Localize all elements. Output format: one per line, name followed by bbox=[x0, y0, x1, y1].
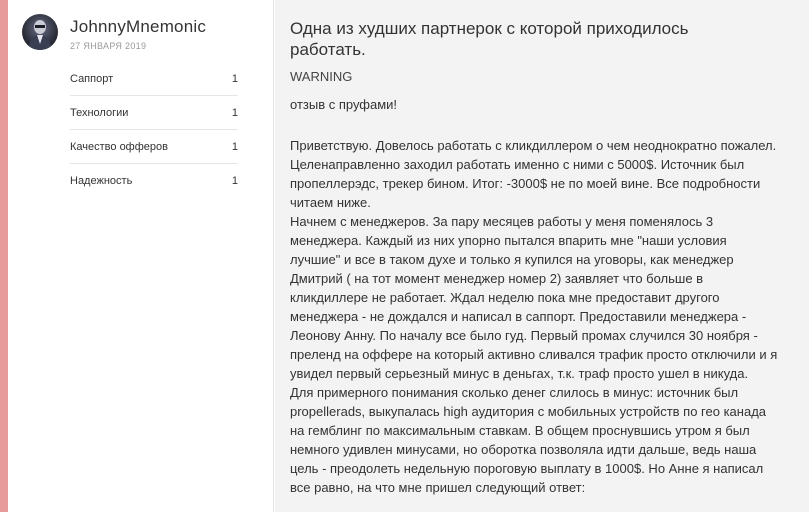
rating-row-support: Саппорт 1 bbox=[70, 62, 238, 96]
rating-value: 1 bbox=[231, 106, 238, 119]
rating-value: 1 bbox=[231, 175, 238, 187]
avatar-image bbox=[28, 20, 52, 50]
author-name[interactable]: JohnnyMnemonic bbox=[70, 17, 206, 37]
review-body: Приветствую. Довелось работать с кликдил… bbox=[290, 136, 780, 497]
review-sidebar: JohnnyMnemonic 27 ЯНВАРЯ 2019 Саппорт 1 … bbox=[8, 0, 274, 512]
rating-row-reliability: Надежность 1 bbox=[70, 164, 238, 198]
rating-label: Технологии bbox=[70, 106, 129, 119]
review-paragraph: Начнем с менеджеров. За пару месяцев раб… bbox=[290, 214, 778, 381]
rating-value: 1 bbox=[231, 140, 238, 153]
review-title: Одна из худших партнерок с которой прихо… bbox=[290, 19, 689, 59]
rating-label: Надежность bbox=[70, 175, 133, 187]
review-date: 27 ЯНВАРЯ 2019 bbox=[70, 41, 147, 51]
rating-label: Качество офферов bbox=[70, 140, 168, 153]
rating-value: 1 bbox=[231, 72, 238, 85]
rating-label: Саппорт bbox=[70, 72, 114, 85]
avatar[interactable] bbox=[22, 14, 58, 50]
rating-row-offer-quality: Качество офферов 1 bbox=[70, 130, 238, 164]
review-subtitle: отзыв с пруфами! bbox=[290, 97, 398, 112]
review-paragraph: Целенаправленно заходил работать именно … bbox=[290, 157, 761, 210]
review-paragraph: Для примерного понимания сколько денег с… bbox=[290, 385, 767, 495]
author-info: JohnnyMnemonic 27 ЯНВАРЯ 2019 bbox=[70, 17, 206, 51]
review-content: Одна из худших партнерок с которой прихо… bbox=[275, 0, 809, 512]
rating-row-technology: Технологии 1 bbox=[70, 96, 238, 130]
review-paragraph: Приветствую. Довелось работать с кликдил… bbox=[290, 138, 777, 153]
author-block: JohnnyMnemonic 27 ЯНВАРЯ 2019 bbox=[22, 14, 206, 51]
warning-label: WARNING bbox=[290, 69, 353, 84]
accent-bar bbox=[0, 0, 8, 512]
ratings-list: Саппорт 1 Технологии 1 Качество офферов … bbox=[70, 62, 238, 198]
